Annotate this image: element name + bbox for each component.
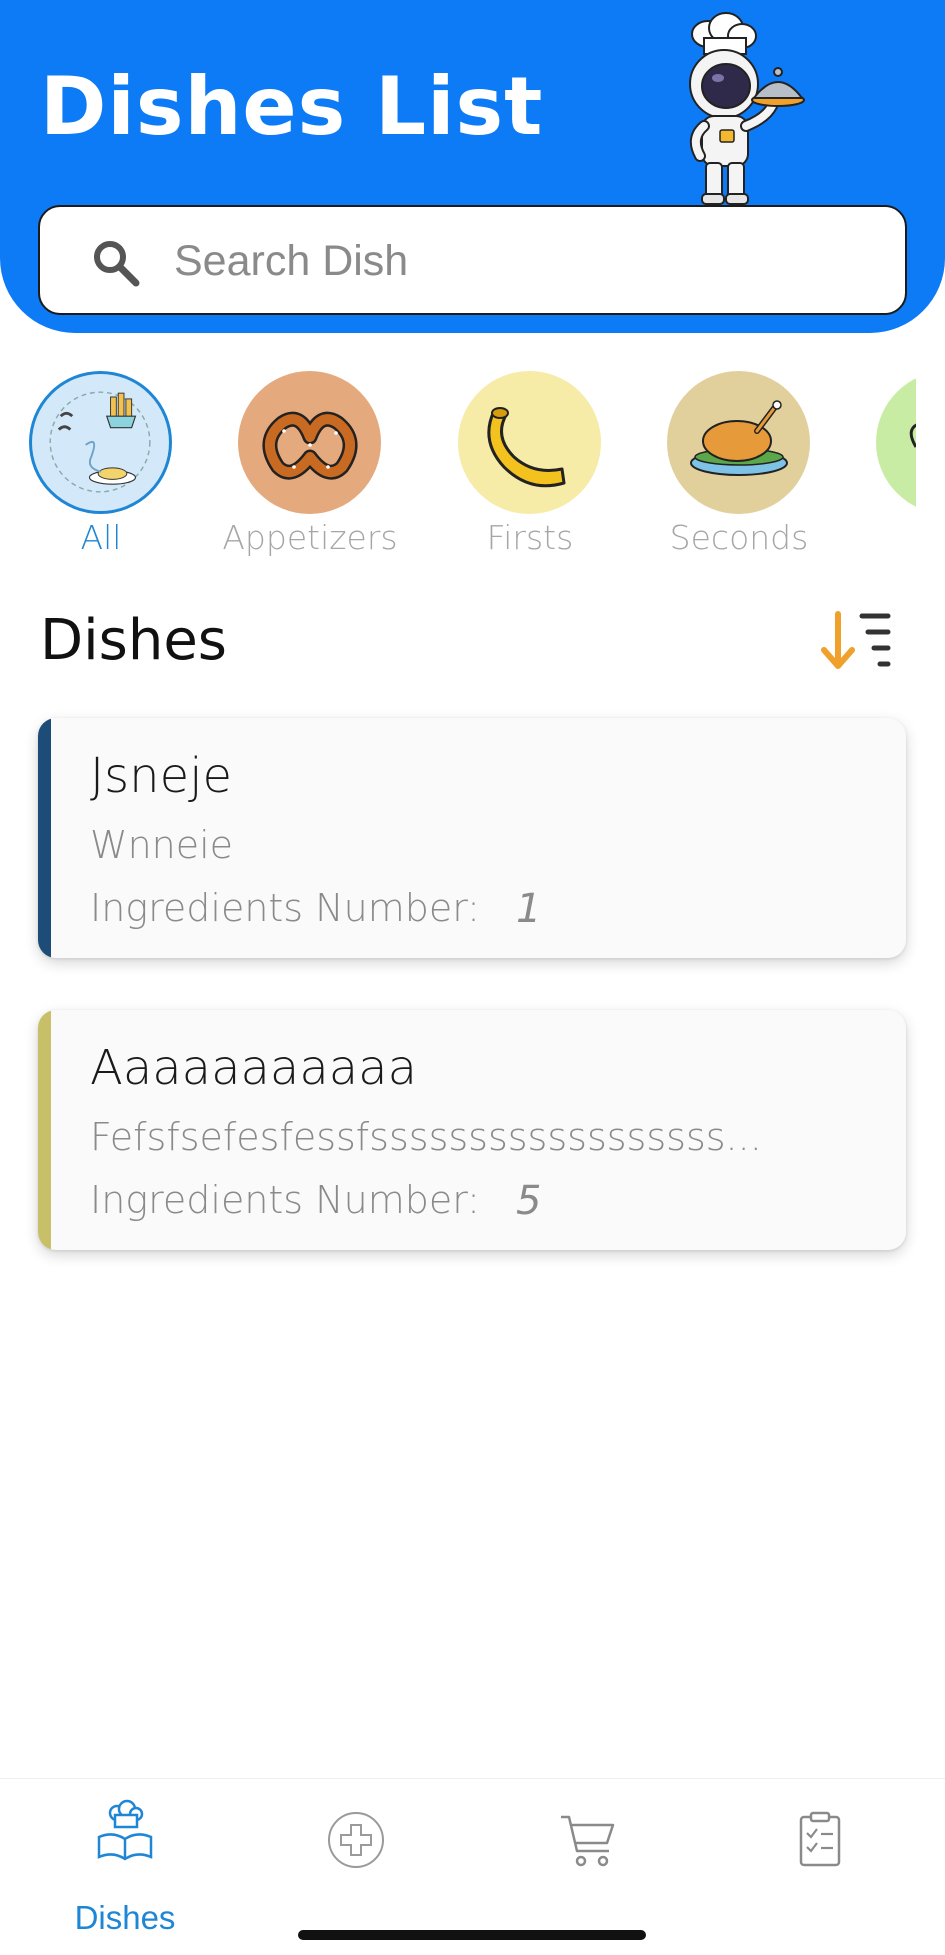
salad-icon — [876, 371, 916, 514]
dish-accent-bar — [38, 1010, 51, 1250]
category-firsts[interactable]: Firsts — [415, 368, 615, 568]
category-carousel[interactable]: All Appetizers Firsts Seconds — [0, 368, 916, 568]
page-title: Dishes List — [40, 60, 544, 153]
ingredients-count: 5 — [516, 1178, 542, 1224]
dish-name: Aaaaaaaaaaa — [90, 1040, 417, 1096]
ingredients-label: Ingredients Number: — [90, 1178, 480, 1222]
category-all[interactable]: All — [0, 368, 186, 568]
nav-shopping-cart[interactable] — [508, 1799, 668, 1929]
dishes-list-screen: Dishes List Search Dish All Appetizers F… — [0, 0, 945, 1955]
dish-description: Fefsfsefesfessfssssssssssssssssss... — [90, 1115, 762, 1159]
checklist-icon — [799, 1811, 841, 1867]
dish-card[interactable]: Jsneje Wnneie Ingredients Number: 1 — [38, 718, 906, 958]
nav-label: Dishes — [74, 1899, 176, 1936]
dish-card[interactable]: Aaaaaaaaaaa Fefsfsefesfessfsssssssssssss… — [38, 1010, 906, 1250]
pretzel-icon — [238, 371, 381, 514]
dish-name: Jsneje — [90, 748, 232, 804]
category-appetizers[interactable]: Appetizers — [195, 368, 398, 568]
search-bar[interactable] — [38, 205, 907, 315]
search-icon — [94, 241, 140, 287]
all-dishes-icon — [29, 371, 172, 514]
astronaut-chef-illustration — [689, 12, 805, 205]
nav-checklist[interactable] — [740, 1799, 900, 1929]
sort-icon[interactable] — [818, 608, 896, 676]
nav-dishes[interactable]: Dishes — [45, 1799, 205, 1936]
category-label: All — [80, 518, 122, 557]
home-indicator — [298, 1930, 646, 1940]
dish-accent-bar — [38, 718, 51, 958]
header: Dishes List — [0, 0, 945, 333]
category-label: Seconds — [669, 518, 809, 557]
macaroni-icon — [458, 371, 601, 514]
category-seconds[interactable]: Seconds — [624, 368, 824, 568]
cart-icon — [561, 1815, 615, 1867]
add-circle-icon — [328, 1812, 384, 1868]
ingredients-count: 1 — [516, 886, 542, 932]
ingredients-label: Ingredients Number: — [90, 886, 480, 930]
chef-book-icon — [97, 1799, 153, 1861]
nav-add-dish[interactable] — [276, 1799, 436, 1929]
dish-description: Wnneie — [90, 823, 234, 867]
bottom-navigation: Dishes — [0, 1778, 945, 1955]
section-title: Dishes — [40, 608, 227, 673]
category-label: S — [833, 518, 916, 557]
category-label: Appetizers — [222, 518, 398, 557]
roast-chicken-icon — [667, 371, 810, 514]
category-salads[interactable]: S — [833, 368, 916, 568]
category-label: Firsts — [486, 518, 574, 557]
search-input[interactable] — [174, 225, 864, 297]
